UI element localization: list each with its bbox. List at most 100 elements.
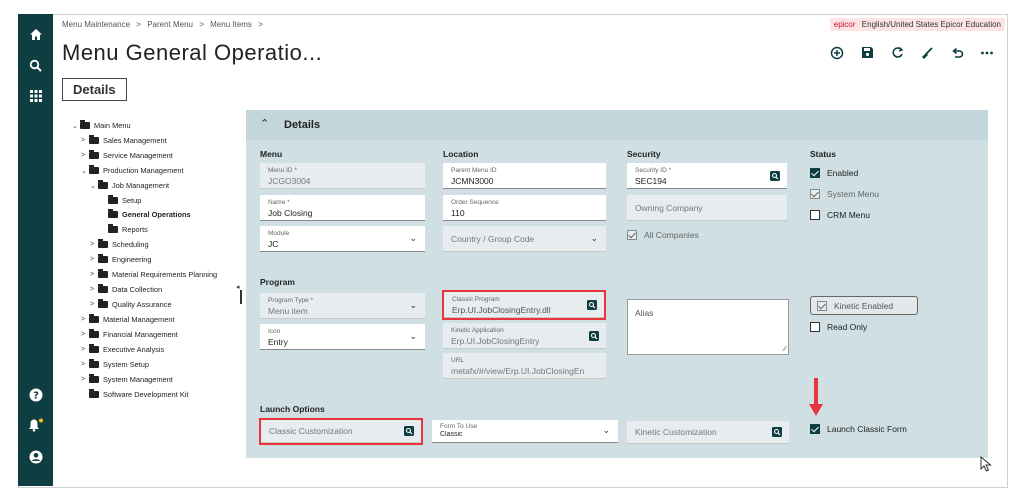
chevron-down-icon[interactable]: ⌄ (409, 332, 417, 342)
breadcrumb-item[interactable]: Menu Maintenance (62, 20, 130, 29)
kinetic-enabled-toggle[interactable]: Kinetic Enabled (810, 296, 918, 315)
chevron-down-icon[interactable]: ⌄ (81, 167, 89, 175)
clear-icon[interactable] (919, 46, 935, 62)
pane-splitter[interactable] (240, 290, 242, 304)
chevron-down-icon[interactable]: ⌄ (409, 234, 417, 244)
chevron-down-icon[interactable]: ⌄ (409, 301, 417, 311)
chevron-right-icon[interactable]: > (90, 241, 98, 248)
field-label: Program Type * (268, 297, 314, 304)
chevron-right-icon[interactable]: > (90, 256, 98, 263)
parent-menu-id-field[interactable]: Parent Menu ID JCMN3000 (443, 163, 606, 189)
tree-node[interactable]: ⌄ Job Management (90, 180, 169, 190)
chevron-down-icon[interactable]: ⌄ (90, 182, 98, 190)
tab-details[interactable]: Details (62, 78, 127, 101)
search-icon[interactable] (587, 299, 597, 310)
tree-node[interactable]: > Data Collection (90, 284, 162, 294)
tree-node[interactable]: > Executive Analysis (81, 344, 164, 354)
order-sequence-field[interactable]: Order Sequence 110 (443, 195, 606, 221)
form-to-use-select[interactable]: Form To Use Classic ⌄ (432, 420, 618, 443)
tree-node-main-menu[interactable]: ⌄ Main Menu (72, 120, 131, 130)
tree-node[interactable]: > Engineering (90, 254, 151, 264)
chevron-right-icon[interactable]: > (81, 361, 89, 368)
program-type-select[interactable]: Program Type * Menu item ⌄ (260, 293, 425, 319)
home-icon[interactable] (18, 28, 53, 41)
notifications-icon[interactable] (18, 418, 53, 432)
tree-label: Scheduling (112, 240, 149, 249)
search-icon[interactable] (404, 426, 414, 436)
chevron-right-icon[interactable]: > (81, 152, 89, 159)
search-icon[interactable] (589, 330, 599, 341)
all-companies-checkbox[interactable]: All Companies (627, 230, 699, 240)
tree-node[interactable]: > System Setup (81, 359, 149, 369)
url-field: URL metafx/#/view/Erp.UI.JobClosingEn (443, 353, 606, 379)
kinetic-customization-field[interactable]: Kinetic Customization (627, 421, 789, 444)
chevron-down-icon[interactable]: ⌄ (590, 234, 598, 244)
more-icon[interactable] (979, 46, 995, 62)
tree-label: Setup (122, 196, 142, 205)
country-group-code-select[interactable]: Country / Group Code ⌄ (443, 226, 606, 252)
enabled-checkbox[interactable]: Enabled (810, 168, 858, 178)
chevron-down-icon[interactable]: ⌄ (602, 426, 610, 436)
tree-node-selected[interactable]: General Operations (108, 209, 191, 219)
tree-node[interactable]: Software Development Kit (89, 389, 188, 399)
alias-textarea[interactable]: Alias ∕∕ (627, 299, 789, 355)
breadcrumb-item[interactable]: Menu Items (210, 20, 252, 29)
search-icon[interactable] (772, 427, 782, 437)
chevron-right-icon[interactable]: > (81, 316, 89, 323)
collapse-left-icon[interactable]: ◂ (236, 283, 240, 291)
classic-customization-field[interactable]: Classic Customization (259, 418, 423, 445)
module-select[interactable]: Module JC ⌄ (260, 226, 425, 252)
apps-grid-icon[interactable] (18, 90, 53, 102)
tree-node[interactable]: > Service Management (81, 150, 173, 160)
field-value: JC (268, 239, 279, 249)
field-placeholder: Owning Company (635, 202, 703, 213)
chevron-right-icon[interactable]: > (90, 301, 98, 308)
add-icon[interactable] (829, 46, 845, 62)
security-id-field[interactable]: Security ID * SEC194 (627, 163, 787, 189)
owning-company-field: Owning Company (627, 195, 787, 221)
crm-menu-checkbox[interactable]: CRM Menu (810, 210, 870, 220)
nav-rail: ? (18, 14, 53, 486)
tree-node[interactable]: > Material Management (81, 314, 174, 324)
breadcrumb-item[interactable]: Parent Menu (147, 20, 193, 29)
resize-grip-icon[interactable]: ∕∕ (784, 346, 786, 353)
kinetic-application-field[interactable]: Kinetic Application Erp.UI.JobClosingEnt… (443, 323, 606, 349)
tree-node[interactable]: > Financial Management (81, 329, 178, 339)
undo-icon[interactable] (949, 46, 965, 62)
tree-node[interactable]: > Scheduling (90, 239, 149, 249)
search-icon[interactable] (18, 59, 53, 72)
tree-node[interactable]: > Quality Assurance (90, 299, 172, 309)
chevron-up-icon[interactable]: ⌃ (260, 117, 269, 130)
chevron-down-icon[interactable]: ⌄ (72, 122, 80, 130)
user-icon[interactable] (18, 450, 53, 464)
folder-icon (89, 329, 99, 338)
name-field[interactable]: Name * Job Closing (260, 195, 425, 221)
read-only-checkbox[interactable]: Read Only (810, 322, 867, 332)
save-icon[interactable] (859, 46, 875, 62)
breadcrumb-separator: > (136, 20, 141, 29)
icon-select[interactable]: Icon Entry ⌄ (260, 324, 425, 350)
classic-program-field[interactable]: Classic Program Erp.UI.JobClosingEntry.d… (442, 290, 606, 320)
chevron-right-icon[interactable]: > (90, 286, 98, 293)
chevron-right-icon[interactable]: > (81, 137, 89, 144)
tree-node[interactable]: > Material Requirements Planning (90, 269, 217, 279)
system-menu-checkbox[interactable]: System Menu (810, 189, 879, 199)
chevron-right-icon[interactable]: > (81, 376, 89, 383)
help-icon[interactable]: ? (18, 388, 53, 402)
session-info[interactable]: epicor English/United States Epicor Educ… (829, 18, 1005, 31)
launch-classic-form-checkbox[interactable]: Launch Classic Form (810, 424, 907, 434)
tree-node[interactable]: > System Management (81, 374, 173, 384)
field-label: URL (451, 357, 465, 364)
folder-icon (98, 180, 108, 189)
tree-node[interactable]: > Sales Management (81, 135, 167, 145)
tree-node[interactable]: Reports (108, 224, 148, 234)
tree-node[interactable]: Setup (108, 195, 142, 205)
breadcrumb: Menu Maintenance > Parent Menu > Menu It… (62, 20, 267, 29)
chevron-right-icon[interactable]: > (90, 271, 98, 278)
search-icon[interactable] (770, 170, 780, 181)
chevron-right-icon[interactable]: > (81, 331, 89, 338)
panel-header[interactable]: ⌃ Details (246, 110, 988, 140)
refresh-icon[interactable] (889, 46, 905, 62)
tree-node[interactable]: ⌄ Production Management (81, 165, 184, 175)
chevron-right-icon[interactable]: > (81, 346, 89, 353)
